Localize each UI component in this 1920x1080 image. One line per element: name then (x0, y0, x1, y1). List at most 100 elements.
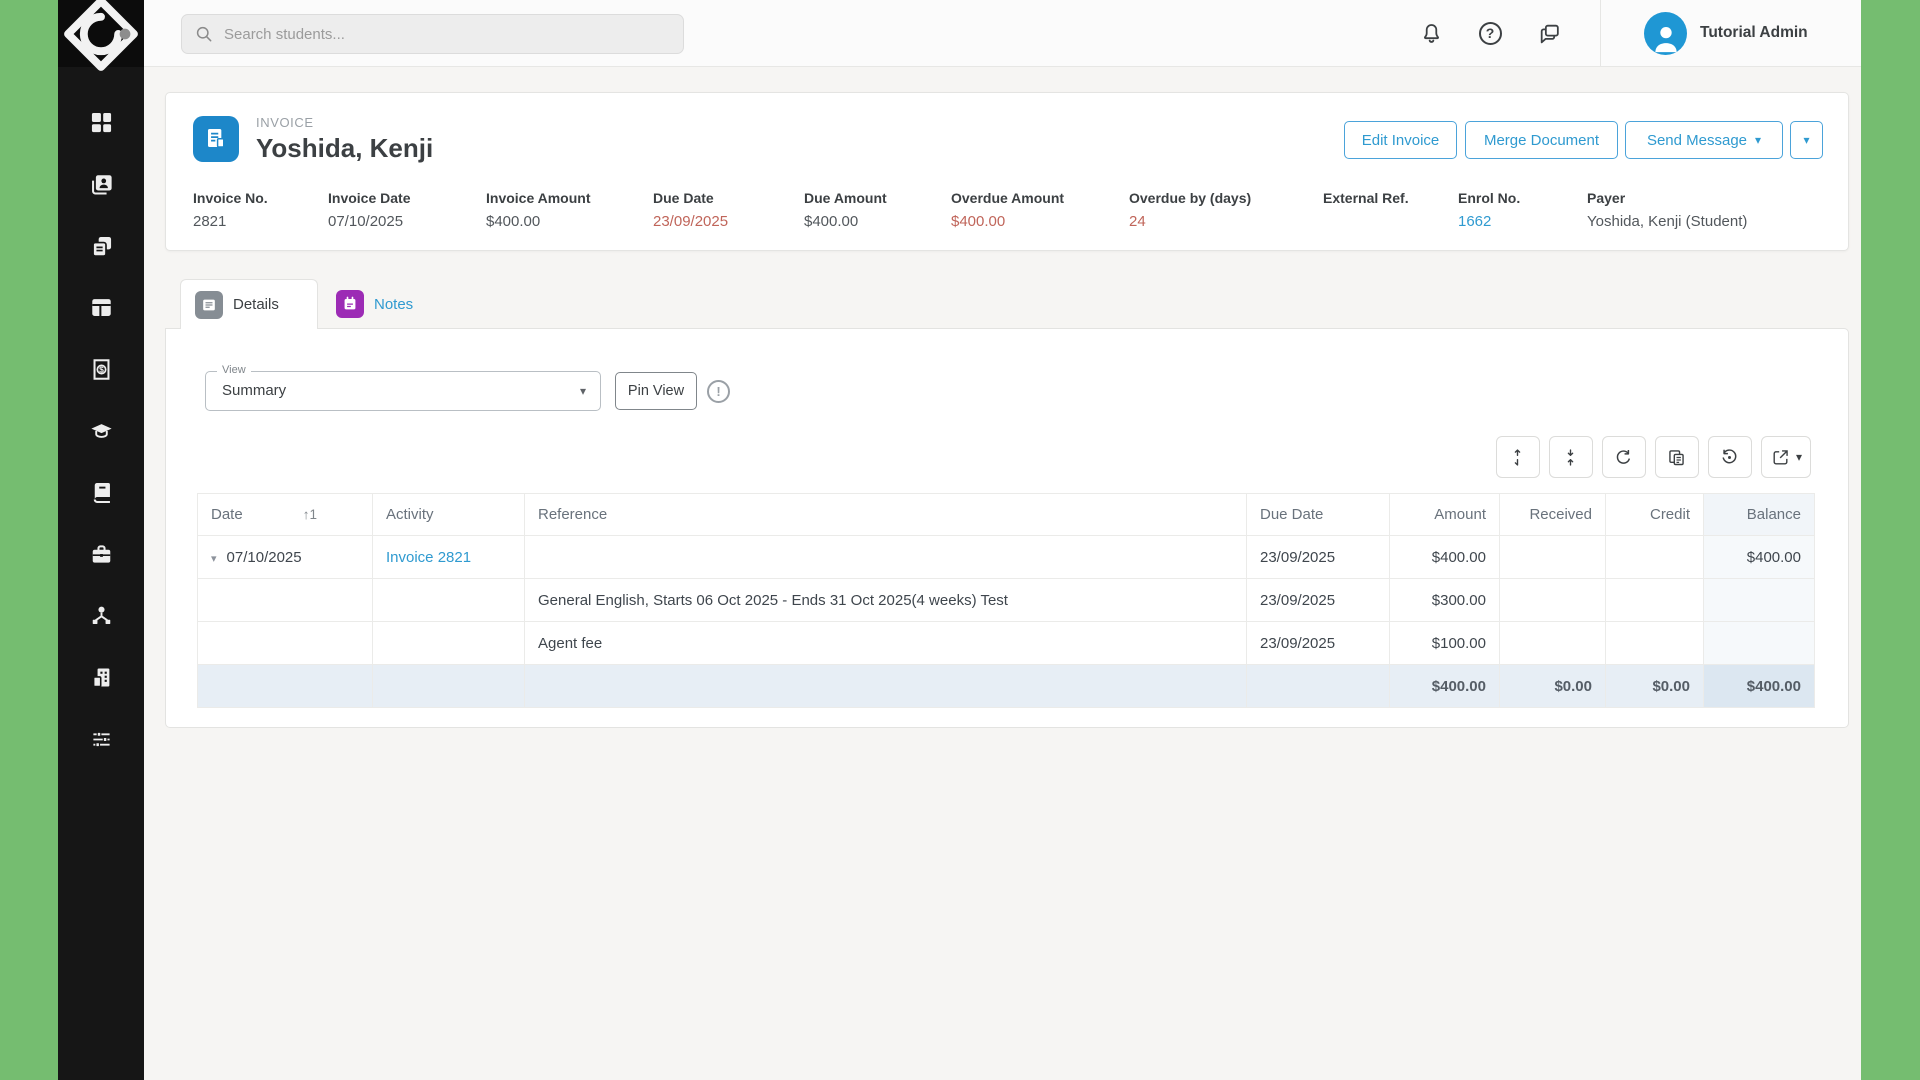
row-expander-icon[interactable]: ▾ (211, 553, 217, 565)
credit-cell (1606, 622, 1704, 665)
total-received: $0.00 (1500, 665, 1606, 708)
field-due-amount: Due Amount $400.00 (804, 190, 951, 230)
reference-cell: General English, Starts 06 Oct 2025 - En… (525, 579, 1247, 622)
refresh-button[interactable] (1602, 436, 1646, 478)
column-header-reference[interactable]: Reference (525, 494, 1247, 536)
messages-button[interactable] (1530, 14, 1568, 52)
tab-details[interactable]: Details (180, 279, 318, 329)
view-selected-value: Summary (222, 382, 286, 399)
tab-notes-label: Notes (374, 296, 413, 313)
settings-sliders-icon (88, 726, 115, 753)
building-icon (88, 664, 115, 691)
totals-empty-cell (198, 665, 373, 708)
view-select[interactable]: View Summary ▾ (205, 371, 601, 411)
sidebar-item-finance[interactable]: $ (58, 347, 144, 391)
collapse-rows-button[interactable] (1549, 436, 1593, 478)
expand-rows-icon (1507, 447, 1528, 468)
edit-invoice-button[interactable]: Edit Invoice (1344, 121, 1457, 159)
notes-notepad-icon (336, 290, 364, 318)
page-title: Yoshida, Kenji (256, 133, 433, 164)
column-label: Date (211, 506, 243, 523)
sidebar-item-courses[interactable] (58, 470, 144, 514)
reference-cell: Agent fee (525, 622, 1247, 665)
column-header-amount[interactable]: Amount (1390, 494, 1500, 536)
help-button[interactable]: ? (1471, 14, 1509, 52)
column-label: Activity (386, 506, 434, 523)
topbar-divider (1600, 0, 1601, 66)
expand-rows-button[interactable] (1496, 436, 1540, 478)
totals-empty-cell (1247, 665, 1390, 708)
date-cell (198, 622, 373, 665)
tab-notes[interactable]: Notes (336, 283, 413, 325)
sidebar-item-settings[interactable] (58, 717, 144, 761)
details-panel: View Summary ▾ Pin View ! (165, 328, 1849, 728)
invoice-link[interactable]: Invoice 2821 (386, 549, 471, 566)
credit-cell (1606, 536, 1704, 579)
search-input[interactable] (224, 26, 671, 43)
credit-cell (1606, 579, 1704, 622)
info-icon[interactable]: ! (707, 380, 730, 403)
sidebar-item-services[interactable] (58, 532, 144, 576)
help-icon: ? (1479, 22, 1502, 45)
stacked-documents-icon (88, 233, 115, 260)
more-actions-button[interactable]: ▾ (1790, 121, 1823, 159)
column-header-received[interactable]: Received (1500, 494, 1606, 536)
export-icon (1770, 447, 1791, 468)
column-header-balance[interactable]: Balance (1704, 494, 1815, 536)
view-select-label: View (217, 364, 251, 376)
refresh-icon (1613, 447, 1634, 468)
column-header-date[interactable]: Date↑1 (198, 494, 373, 536)
column-header-credit[interactable]: Credit (1606, 494, 1704, 536)
chevron-down-icon: ▾ (1755, 134, 1761, 146)
pin-view-button[interactable]: Pin View (615, 372, 697, 410)
balance-cell: $400.00 (1704, 536, 1815, 579)
notifications-button[interactable] (1412, 14, 1450, 52)
column-header-due-date[interactable]: Due Date (1247, 494, 1390, 536)
dollar-invoice-icon: $ (88, 356, 115, 383)
sidebar-item-organisation[interactable] (58, 655, 144, 699)
totals-empty-cell (525, 665, 1247, 708)
column-label: Received (1529, 506, 1592, 523)
grid-toolbar: ▾ (1496, 436, 1811, 478)
sidebar-item-documents[interactable] (58, 224, 144, 268)
column-label: Due Date (1260, 506, 1323, 523)
collapse-rows-icon (1560, 447, 1581, 468)
info-glyph: ! (716, 384, 720, 399)
field-value: Yoshida, Kenji (Student) (1587, 213, 1838, 230)
field-value: $400.00 (804, 213, 951, 230)
field-label: Invoice Amount (486, 190, 653, 206)
history-button[interactable] (1708, 436, 1752, 478)
user-name[interactable]: Tutorial Admin (1700, 24, 1808, 42)
enrol-no-link[interactable]: 1662 (1458, 213, 1587, 230)
field-label: Payer (1587, 190, 1838, 206)
table-row-invoice: ▾07/10/2025 Invoice 2821 23/09/2025 $400… (198, 536, 1815, 579)
briefcase-icon (88, 541, 115, 568)
search-icon (194, 24, 214, 44)
column-label: Amount (1434, 506, 1486, 523)
field-value: 24 (1129, 213, 1323, 230)
due-date-cell: 23/09/2025 (1247, 622, 1390, 665)
app-logo[interactable] (58, 0, 144, 67)
sidebar-item-dashboard[interactable] (58, 100, 144, 144)
sidebar-item-training[interactable] (58, 408, 144, 452)
sidebar-item-contacts[interactable] (58, 162, 144, 206)
column-label: Balance (1747, 506, 1801, 523)
due-date-cell: 23/09/2025 (1247, 536, 1390, 579)
merge-document-button[interactable]: Merge Document (1465, 121, 1618, 159)
sidebar-item-agents[interactable] (58, 593, 144, 637)
field-label: Overdue Amount (951, 190, 1129, 206)
column-header-activity[interactable]: Activity (373, 494, 525, 536)
field-invoice-no: Invoice No. 2821 (193, 190, 328, 230)
activity-cell (373, 622, 525, 665)
table-header-row: Date↑1 Activity Reference Due Date Amoun… (198, 494, 1815, 536)
share-network-icon (88, 602, 115, 629)
sidebar-item-classes[interactable] (58, 285, 144, 329)
field-overdue-days: Overdue by (days) 24 (1129, 190, 1323, 230)
field-label: Invoice No. (193, 190, 328, 206)
send-message-button[interactable]: Send Message ▾ (1625, 121, 1783, 159)
reference-cell (525, 536, 1247, 579)
export-button[interactable]: ▾ (1761, 436, 1811, 478)
user-avatar[interactable] (1644, 12, 1687, 55)
copy-grid-button[interactable] (1655, 436, 1699, 478)
total-balance: $400.00 (1704, 665, 1815, 708)
